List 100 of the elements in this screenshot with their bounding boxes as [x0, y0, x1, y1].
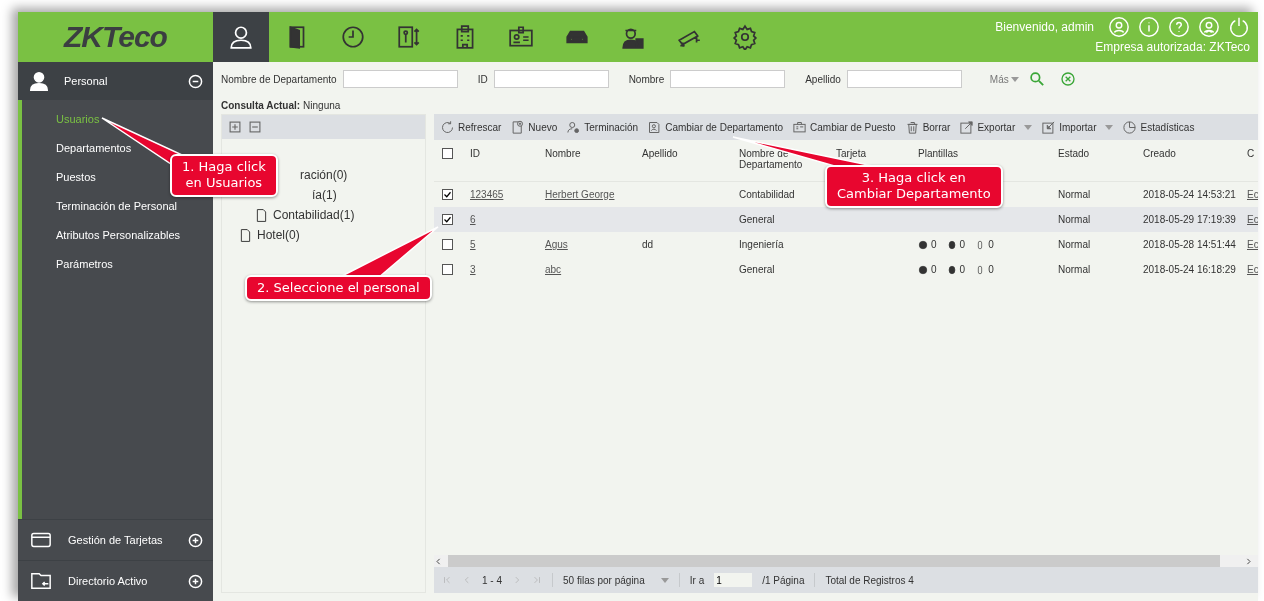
search-icon — [1028, 70, 1046, 88]
rows-per-page-dropdown[interactable]: 50 filas por página — [563, 574, 669, 586]
scrollbar-thumb[interactable] — [448, 555, 1220, 567]
caret-icon — [1105, 124, 1114, 130]
section-title[interactable]: Gestión de Tarjetas — [68, 534, 174, 546]
column-header[interactable]: Estado — [1050, 148, 1135, 159]
last-page-button[interactable] — [532, 575, 542, 585]
table-cell-text: General — [738, 214, 776, 225]
user-icon — [1108, 16, 1130, 38]
search-field[interactable] — [846, 70, 962, 88]
current-query-text: Consulta Actual: Ninguna — [221, 99, 341, 111]
id-link[interactable]: 6 — [470, 214, 476, 225]
template-count: 0 — [959, 264, 966, 275]
toolbar-button[interactable]: Borrar — [904, 119, 951, 135]
table-cell-text: dd — [641, 239, 655, 250]
power-button[interactable] — [1228, 16, 1250, 38]
name-link[interactable]: Agus — [545, 239, 568, 250]
folder-icon — [28, 570, 54, 592]
id-card-icon — [792, 119, 808, 135]
account-button[interactable] — [1198, 16, 1220, 38]
template-count: 0 — [988, 264, 994, 275]
search-field[interactable] — [342, 70, 458, 88]
help-icon — [1168, 16, 1190, 38]
tree-item[interactable]: Contabilidad(1) — [273, 208, 355, 222]
menu-item[interactable]: Parámetros — [22, 249, 213, 278]
chevron-left-icon — [434, 556, 443, 566]
first-page-icon — [442, 575, 452, 585]
column-header[interactable]: Apellido — [634, 148, 731, 159]
welcome-text: Bienvenido, admin — [995, 20, 1094, 34]
callout-bubble: 3. Haga click en Cambiar Departamento — [825, 165, 1003, 208]
user-button[interactable] — [1108, 16, 1130, 38]
template-count: 0 — [988, 239, 994, 250]
collapse-all-button[interactable] — [248, 120, 262, 134]
page-count: /1 Página — [762, 574, 805, 586]
checkbox[interactable] — [442, 264, 453, 275]
tree-item[interactable]: ración(0) — [300, 168, 348, 182]
more-dropdown[interactable]: Más — [989, 73, 1019, 85]
checkbox[interactable] — [442, 148, 453, 159]
section-title[interactable]: Directorio Activo — [68, 575, 174, 587]
page-input[interactable]: 1 — [714, 573, 753, 587]
column-header[interactable]: Plantillas — [910, 148, 1050, 159]
first-page-button[interactable] — [442, 575, 452, 585]
settings-icon — [732, 24, 758, 50]
checkbox[interactable] — [442, 239, 453, 250]
collapse-icon[interactable] — [188, 73, 203, 89]
column-header[interactable]: ID — [462, 148, 537, 159]
new-document-icon — [510, 119, 526, 135]
name-link[interactable]: abc — [545, 264, 562, 275]
toolbar-button[interactable]: Cambiar de Puesto — [792, 119, 896, 135]
column-header[interactable]: Tarjeta — [828, 148, 910, 159]
toolbar-button[interactable]: Exportar — [959, 119, 1033, 135]
search-field[interactable] — [493, 70, 609, 88]
callout-bubble: 2. Seleccione el personal — [245, 275, 432, 302]
company-text: Empresa autorizada: ZKTeco — [1095, 40, 1250, 54]
field-label: Apellido — [805, 73, 841, 85]
goto-label: Ir a — [689, 574, 705, 586]
id-link[interactable]: 3 — [470, 264, 476, 275]
section-title[interactable]: Personal — [64, 75, 174, 87]
toolbar-button[interactable]: Cambiar de Departamento — [647, 119, 784, 135]
chevron-right-icon — [512, 575, 522, 585]
caret-icon — [1010, 76, 1019, 82]
search-field[interactable] — [670, 70, 786, 88]
id-link[interactable]: 123465 — [470, 189, 504, 200]
table-cell-text: Ingeniería — [738, 239, 785, 250]
edit-link[interactable]: Ec — [1247, 239, 1258, 250]
edit-link[interactable]: Ec — [1247, 189, 1258, 200]
expand-all-icon — [228, 120, 242, 134]
collapse-all-icon — [248, 120, 262, 134]
clear-icon — [1059, 71, 1076, 87]
info-button[interactable] — [1138, 16, 1160, 38]
edit-link[interactable]: Ec — [1247, 214, 1258, 225]
checkbox[interactable] — [442, 189, 453, 200]
column-header[interactable]: C — [1239, 148, 1258, 159]
caret-icon — [1024, 124, 1033, 130]
person-icon — [28, 70, 50, 92]
toolbar-button[interactable]: Estadísticas — [1122, 119, 1195, 135]
table-cell-text: General — [738, 264, 776, 275]
module-tab[interactable] — [213, 12, 269, 62]
id-link[interactable]: 5 — [470, 239, 476, 250]
id-badge-icon — [508, 24, 534, 50]
toolbar-button[interactable]: Importar — [1041, 119, 1114, 135]
menu-item[interactable]: Atributos Personalizables — [22, 220, 213, 249]
toolbar-button[interactable]: Refrescar — [440, 119, 502, 135]
table-cell-text: Contabilidad — [738, 189, 796, 200]
tree-item[interactable]: Hotel(0) — [257, 228, 300, 242]
field-label: ID — [477, 73, 488, 85]
tree-item[interactable]: ía(1) — [312, 188, 337, 202]
check-icon — [443, 215, 452, 224]
toolbar-button[interactable]: Nuevo — [510, 119, 558, 135]
checkbox[interactable] — [442, 214, 453, 225]
field-label: Nombre — [628, 73, 665, 85]
toolbar-button[interactable]: Terminación — [566, 119, 639, 135]
expand-all-button[interactable] — [228, 120, 242, 134]
caret-icon — [660, 577, 669, 583]
column-header[interactable]: Creado — [1135, 148, 1239, 159]
name-link[interactable]: Herbert George — [545, 189, 615, 200]
edit-link[interactable]: Ec — [1247, 264, 1258, 275]
help-button[interactable] — [1168, 16, 1190, 38]
column-header[interactable]: Nombre — [537, 148, 634, 159]
menu-item[interactable]: Usuarios — [22, 104, 213, 133]
